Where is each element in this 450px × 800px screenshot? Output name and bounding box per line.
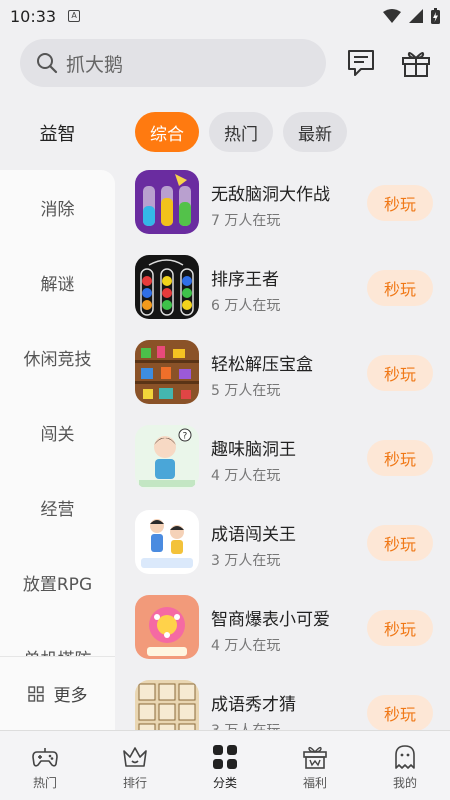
list-item[interactable]: 轻松解压宝盒 5 万人在玩 秒玩 [135, 340, 450, 406]
filter-comprehensive[interactable]: 综合 [135, 112, 199, 152]
sidebar-more-label: 更多 [53, 686, 88, 706]
game-players: 6 万人在玩 [211, 298, 281, 314]
game-thumbnail [135, 680, 199, 730]
status-time: 10:33 [10, 6, 57, 26]
tab-hot-label: 热门 [32, 775, 57, 790]
play-button[interactable]: 秒玩 [367, 440, 433, 476]
list-item[interactable]: 智商爆表小可爱 4 万人在玩 秒玩 [135, 595, 450, 661]
sidebar-item-eliminate[interactable]: 消除 [0, 170, 115, 245]
game-name: 成语闯关王 [211, 525, 296, 545]
play-button[interactable]: 秒玩 [367, 610, 433, 646]
svg-text:?: ? [183, 432, 188, 442]
notification-indicator-icon: A [68, 10, 81, 22]
gift-box-icon [303, 746, 327, 769]
game-thumbnail [135, 340, 199, 404]
game-thumbnail [135, 510, 199, 574]
tab-profile[interactable]: 我的 [360, 731, 450, 800]
search-input[interactable]: 抓大鹅 [20, 39, 326, 87]
game-thumbnail [135, 595, 199, 659]
category-sidebar: 益智 消除 解谜 休闲竞技 闯关 经营 放置RPG 单机塔防 [0, 95, 115, 730]
sidebar-item-idle-rpg[interactable]: 放置RPG [0, 545, 115, 620]
game-name: 排序王者 [211, 270, 279, 290]
sidebar-item-riddle[interactable]: 解谜 [0, 245, 115, 320]
filter-newest[interactable]: 最新 [283, 112, 347, 152]
crown-icon [123, 746, 147, 767]
play-button[interactable]: 秒玩 [367, 695, 433, 730]
game-players: 3 万人在玩 [211, 553, 281, 569]
list-item[interactable]: 排序王者 6 万人在玩 秒玩 [135, 255, 450, 321]
list-item[interactable]: 成语秀才猜 3 万人在玩 秒玩 [135, 680, 450, 730]
tab-profile-label: 我的 [392, 775, 417, 790]
sidebar-panel: 消除 解谜 休闲竞技 闯关 经营 放置RPG 单机塔防 [0, 170, 115, 730]
battery-icon [431, 8, 440, 24]
signal-icon [409, 9, 423, 23]
gift-icon[interactable] [400, 48, 432, 78]
game-players: 4 万人在玩 [211, 468, 281, 484]
game-thumbnail [135, 170, 199, 234]
wifi-icon [383, 9, 401, 23]
play-button[interactable]: 秒玩 [367, 270, 433, 306]
game-name: 无敌脑洞大作战 [211, 185, 330, 205]
sidebar-item-levels[interactable]: 闯关 [0, 395, 115, 470]
list-item[interactable]: 成语闯关王 3 万人在玩 秒玩 [135, 510, 450, 576]
sidebar-item-casual-competitive[interactable]: 休闲竞技 [0, 320, 115, 395]
filter-hot[interactable]: 热门 [209, 112, 273, 152]
top-bar: 抓大鹅 [0, 38, 450, 88]
play-button[interactable]: 秒玩 [367, 185, 433, 221]
game-thumbnail: ? [135, 425, 199, 489]
list-item[interactable]: 无敌脑洞大作战 7 万人在玩 秒玩 [135, 170, 450, 236]
search-icon [37, 53, 58, 74]
tab-category[interactable]: 分类 [180, 731, 270, 800]
grid-icon [27, 685, 44, 702]
sidebar-item-management[interactable]: 经营 [0, 470, 115, 545]
tab-welfare[interactable]: 福利 [270, 731, 360, 800]
category-grid-icon [213, 744, 237, 769]
tab-category-label: 分类 [212, 775, 237, 790]
play-button[interactable]: 秒玩 [367, 355, 433, 391]
game-thumbnail [135, 255, 199, 319]
sidebar-item-puzzle[interactable]: 益智 [0, 95, 115, 170]
tab-ranking[interactable]: 排行 [90, 731, 180, 800]
search-placeholder: 抓大鹅 [66, 53, 124, 76]
filter-tabs: 综合 热门 最新 [135, 112, 347, 152]
play-button[interactable]: 秒玩 [367, 525, 433, 561]
ghost-profile-icon [395, 744, 415, 769]
tab-hot[interactable]: 热门 [0, 731, 90, 800]
bottom-nav: 热门 排行 分类 福利 我的 [0, 730, 450, 800]
game-name: 成语秀才猜 [211, 695, 296, 715]
game-players: 4 万人在玩 [211, 638, 281, 654]
sidebar-more-button[interactable]: 更多 [0, 656, 115, 730]
gamepad-icon [32, 747, 58, 767]
game-players: 7 万人在玩 [211, 213, 281, 229]
list-item[interactable]: ? 趣味脑洞王 4 万人在玩 秒玩 [135, 425, 450, 491]
game-name: 智商爆表小可爱 [211, 610, 330, 630]
game-players: 5 万人在玩 [211, 383, 281, 399]
game-name: 轻松解压宝盒 [211, 355, 313, 375]
game-name: 趣味脑洞王 [211, 440, 296, 460]
tab-ranking-label: 排行 [122, 775, 147, 790]
game-players: 3 万人在玩 [211, 720, 280, 730]
game-list: 无敌脑洞大作战 7 万人在玩 秒玩 排序王者 6 万人在玩 秒玩 轻松解压宝盒 … [135, 170, 450, 730]
tab-welfare-label: 福利 [302, 775, 327, 790]
status-bar: 10:33 A [0, 0, 450, 32]
message-icon[interactable] [346, 48, 378, 78]
